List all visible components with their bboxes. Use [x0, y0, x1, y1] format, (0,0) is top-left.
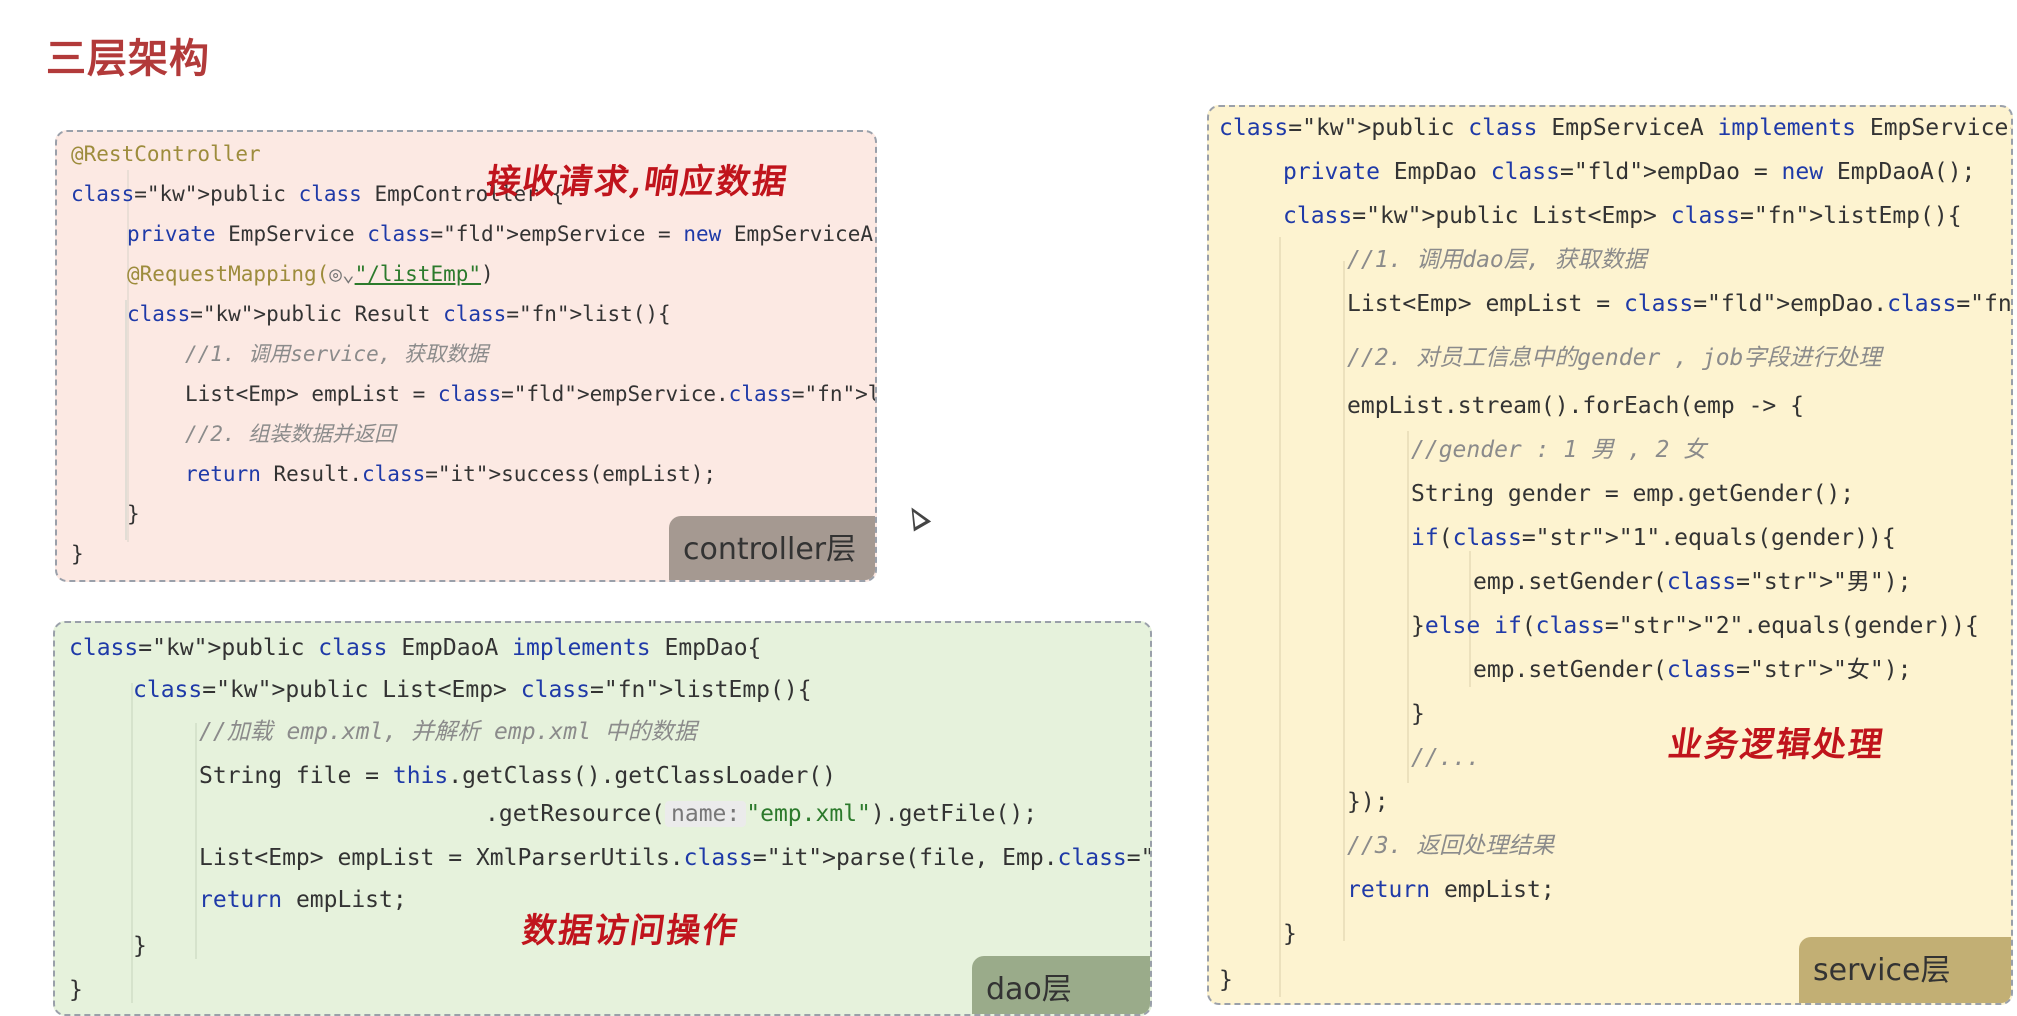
- annotation-dao: 数据访问操作: [519, 911, 742, 951]
- code-line: return Result.class="it">success(empList…: [185, 462, 717, 486]
- code-line: class="kw">public class EmpServiceA impl…: [1219, 115, 2013, 141]
- code-comment: //1. 调用dao层, 获取数据: [1347, 247, 1647, 273]
- code-line: private EmpDao class="fld">empDao = new …: [1283, 159, 1976, 185]
- code-line: }: [133, 933, 147, 959]
- code-comment: //2. 组装数据并返回: [185, 422, 396, 446]
- globe-icon: ◎⌄: [329, 262, 355, 286]
- code-line: class="kw">public class EmpDaoA implemen…: [69, 635, 762, 661]
- code-comment: //...: [1411, 745, 1481, 771]
- code-comment: //加载 emp.xml, 并解析 emp.xml 中的数据: [199, 719, 697, 745]
- code-line: return empList;: [1347, 877, 1555, 903]
- service-layer-tag: service层: [1799, 937, 2011, 1003]
- slide-title: 三层架构: [46, 36, 210, 82]
- indent-guide: [1279, 237, 1281, 997]
- code-line: class="kw">public List<Emp> class="fn">l…: [133, 677, 812, 703]
- code-line: String gender = emp.getGender();: [1411, 481, 1855, 507]
- code-line: @RequestMapping(◎⌄"/listEmp"): [127, 262, 494, 286]
- code-line: if(class="str">"1".equals(gender)){: [1411, 525, 1896, 551]
- code-line: List<Emp> empList = XmlParserUtils.class…: [199, 845, 1150, 871]
- param-hint: name:: [665, 801, 747, 827]
- code-comment: //2. 对员工信息中的gender , job字段进行处理: [1347, 345, 1882, 371]
- code-comment: //gender : 1 男 , 2 女: [1411, 437, 1707, 463]
- code-line: empList.stream().forEach(emp -> {: [1347, 393, 1804, 419]
- code-line: }: [1283, 921, 1297, 947]
- code-line: List<Emp> empList = class="fld">empDao.c…: [1347, 291, 2012, 317]
- indent-guide: [1407, 431, 1409, 783]
- code-comment: //1. 调用service, 获取数据: [185, 342, 489, 366]
- code-line: }: [1411, 701, 1425, 727]
- code-line: });: [1347, 789, 1389, 815]
- indent-guide: [1343, 261, 1345, 941]
- dao-layer-tag: dao层: [972, 956, 1150, 1014]
- code-line: }: [69, 977, 83, 1003]
- indent-guide: [195, 723, 197, 959]
- code-line: class="kw">public List<Emp> class="fn">l…: [1283, 203, 1962, 229]
- code-line: return empList;: [199, 887, 407, 913]
- code-line: }: [1219, 967, 1233, 993]
- code-line: String file = this.getClass().getClassLo…: [199, 763, 836, 789]
- code-line: List<Emp> empList = class="fld">empServi…: [185, 382, 875, 406]
- service-code-panel: class="kw">public class EmpServiceA impl…: [1207, 105, 2013, 1005]
- code-line: }: [127, 502, 140, 526]
- code-line: class="kw">public Result class="fn">list…: [127, 302, 671, 326]
- dao-code-panel: class="kw">public class EmpDaoA implemen…: [53, 621, 1152, 1016]
- code-line: emp.setGender(class="str">"女");: [1473, 657, 1912, 683]
- code-line: }else if(class="str">"2".equals(gender))…: [1411, 613, 1979, 639]
- controller-code-panel: @RestController class="kw">public class …: [55, 130, 877, 582]
- code-line: @RestController: [71, 142, 261, 166]
- code-line: }: [71, 542, 84, 566]
- controller-layer-tag: controller层: [669, 516, 875, 580]
- code-line: .getResource(name: "emp.xml").getFile();: [485, 801, 1038, 827]
- code-comment: //3. 返回处理结果: [1347, 833, 1555, 859]
- annotation-service: 业务逻辑处理: [1665, 725, 1888, 765]
- annotation-controller: 接收请求,响应数据: [483, 162, 792, 202]
- code-line: emp.setGender(class="str">"男");: [1473, 569, 1912, 595]
- code-line: private EmpService class="fld">empServic…: [127, 222, 875, 246]
